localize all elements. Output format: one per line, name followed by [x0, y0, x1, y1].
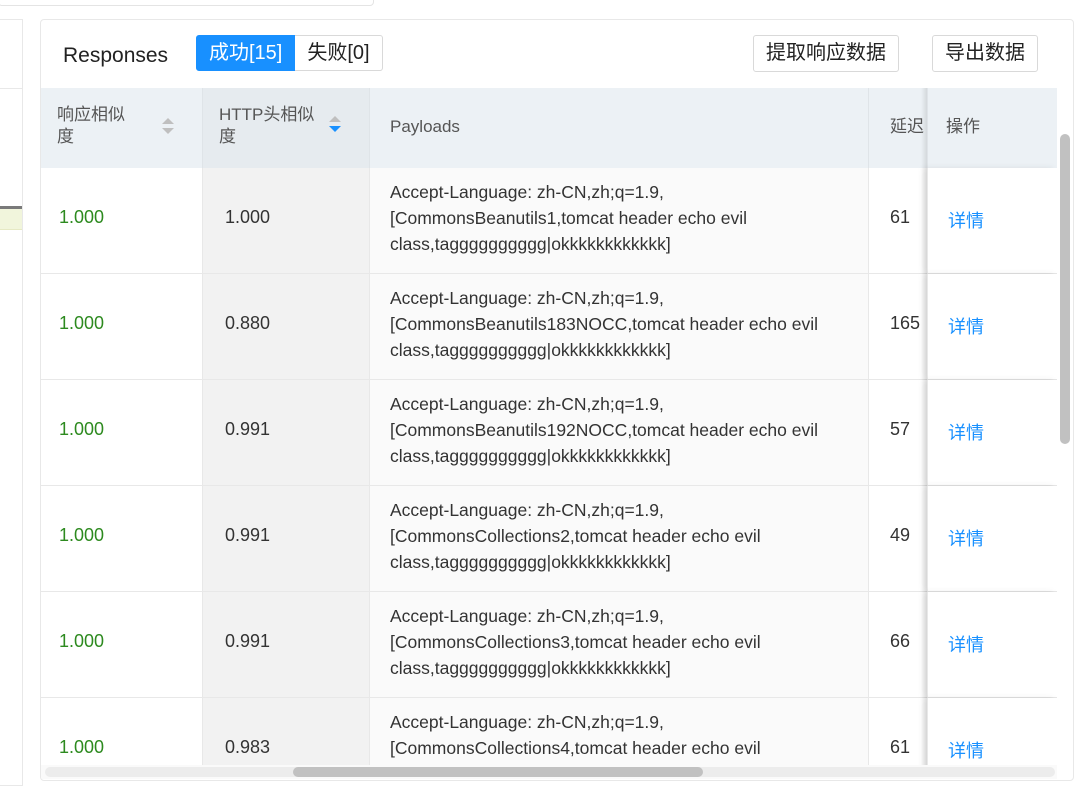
delay-value: 49 — [890, 525, 911, 545]
result-tabs: 成功[15] 失败[0] — [196, 35, 383, 71]
table-row: 1.000 0.991 Accept-Language: zh-CN,zh;q=… — [41, 486, 1057, 592]
delay-value: 61 — [890, 737, 911, 757]
details-link[interactable]: 详情 — [948, 419, 984, 445]
header-similarity: 1.000 — [225, 207, 271, 227]
table-body: 1.000 1.000 Accept-Language: zh-CN,zh;q=… — [41, 168, 1057, 765]
delay-value: 61 — [890, 207, 911, 227]
fixed-column-shadow — [921, 88, 927, 765]
payload-text: Accept-Language: zh-CN,zh;q=1.9, [Common… — [390, 500, 761, 572]
left-panel-edge — [0, 19, 23, 786]
payload-text: Accept-Language: zh-CN,zh;q=1.9, [Common… — [390, 394, 818, 466]
tab-failed[interactable]: 失败[0] — [295, 35, 383, 71]
table-row: 1.000 0.880 Accept-Language: zh-CN,zh;q=… — [41, 274, 1057, 380]
sort-desc-icon[interactable] — [329, 116, 341, 134]
responses-panel: Responses 成功[15] 失败[0] 提取响应数据 导出数据 响应相似度… — [40, 19, 1074, 781]
header-similarity: 0.983 — [225, 737, 271, 757]
payload-text: Accept-Language: zh-CN,zh;q=1.9, [Common… — [390, 288, 818, 360]
table-row: 1.000 1.000 Accept-Language: zh-CN,zh;q=… — [41, 168, 1057, 274]
delay-value: 66 — [890, 631, 911, 651]
responses-table: 响应相似度 HTTP头相似度 Payloads 延迟 操作 1.000 1.00… — [41, 88, 1057, 765]
details-link[interactable]: 详情 — [948, 737, 984, 763]
header-similarity: 0.991 — [225, 419, 271, 439]
export-data-button[interactable]: 导出数据 — [932, 35, 1038, 72]
vertical-scrollbar[interactable] — [1058, 88, 1072, 765]
response-similarity: 1.000 — [59, 207, 105, 227]
horizontal-scrollbar-thumb[interactable] — [293, 767, 703, 777]
col-actions-label: 操作 — [946, 117, 980, 136]
panel-title: Responses — [63, 44, 169, 67]
delay-value: 57 — [890, 419, 911, 439]
left-top-input-edge — [0, 0, 374, 6]
left-panel-selected-row[interactable] — [0, 209, 22, 230]
response-similarity: 1.000 — [59, 419, 105, 439]
responses-toolbar: Responses 成功[15] 失败[0] 提取响应数据 导出数据 — [41, 20, 1073, 88]
details-link[interactable]: 详情 — [948, 207, 984, 233]
response-similarity: 1.000 — [59, 313, 105, 333]
col-payloads-label: Payloads — [390, 117, 460, 136]
table-row: 1.000 0.983 Accept-Language: zh-CN,zh;q=… — [41, 698, 1057, 765]
col-response-similarity-label: 响应相似度 — [57, 105, 125, 146]
vertical-scrollbar-thumb[interactable] — [1060, 134, 1070, 444]
left-panel-divider — [0, 88, 22, 89]
col-actions: 操作 — [927, 88, 1057, 168]
col-delay-label: 延迟 — [890, 117, 924, 136]
response-similarity: 1.000 — [59, 631, 105, 651]
details-link[interactable]: 详情 — [948, 525, 984, 551]
col-delay: 延迟 — [869, 88, 927, 168]
col-payloads: Payloads — [370, 88, 869, 168]
header-similarity: 0.991 — [225, 525, 271, 545]
payload-text: Accept-Language: zh-CN,zh;q=1.9, [Common… — [390, 182, 747, 254]
table-header: 响应相似度 HTTP头相似度 Payloads 延迟 操作 — [41, 88, 1057, 169]
extract-response-button[interactable]: 提取响应数据 — [753, 35, 899, 72]
horizontal-scrollbar[interactable] — [41, 765, 1057, 779]
details-link[interactable]: 详情 — [948, 313, 984, 339]
tab-success[interactable]: 成功[15] — [196, 35, 296, 71]
response-similarity: 1.000 — [59, 525, 105, 545]
col-header-similarity[interactable]: HTTP头相似度 — [203, 88, 370, 168]
response-similarity: 1.000 — [59, 737, 105, 757]
details-link[interactable]: 详情 — [948, 631, 984, 657]
sort-icon[interactable] — [162, 118, 174, 136]
payload-text: Accept-Language: zh-CN,zh;q=1.9, [Common… — [390, 606, 761, 678]
delay-value: 165 — [890, 313, 921, 333]
col-response-similarity[interactable]: 响应相似度 — [41, 88, 203, 168]
table-row: 1.000 0.991 Accept-Language: zh-CN,zh;q=… — [41, 592, 1057, 698]
table-row: 1.000 0.991 Accept-Language: zh-CN,zh;q=… — [41, 380, 1057, 486]
payload-text: Accept-Language: zh-CN,zh;q=1.9, [Common… — [390, 712, 761, 765]
header-similarity: 0.991 — [225, 631, 271, 651]
col-header-similarity-label: HTTP头相似度 — [219, 105, 315, 146]
header-similarity: 0.880 — [225, 313, 271, 333]
